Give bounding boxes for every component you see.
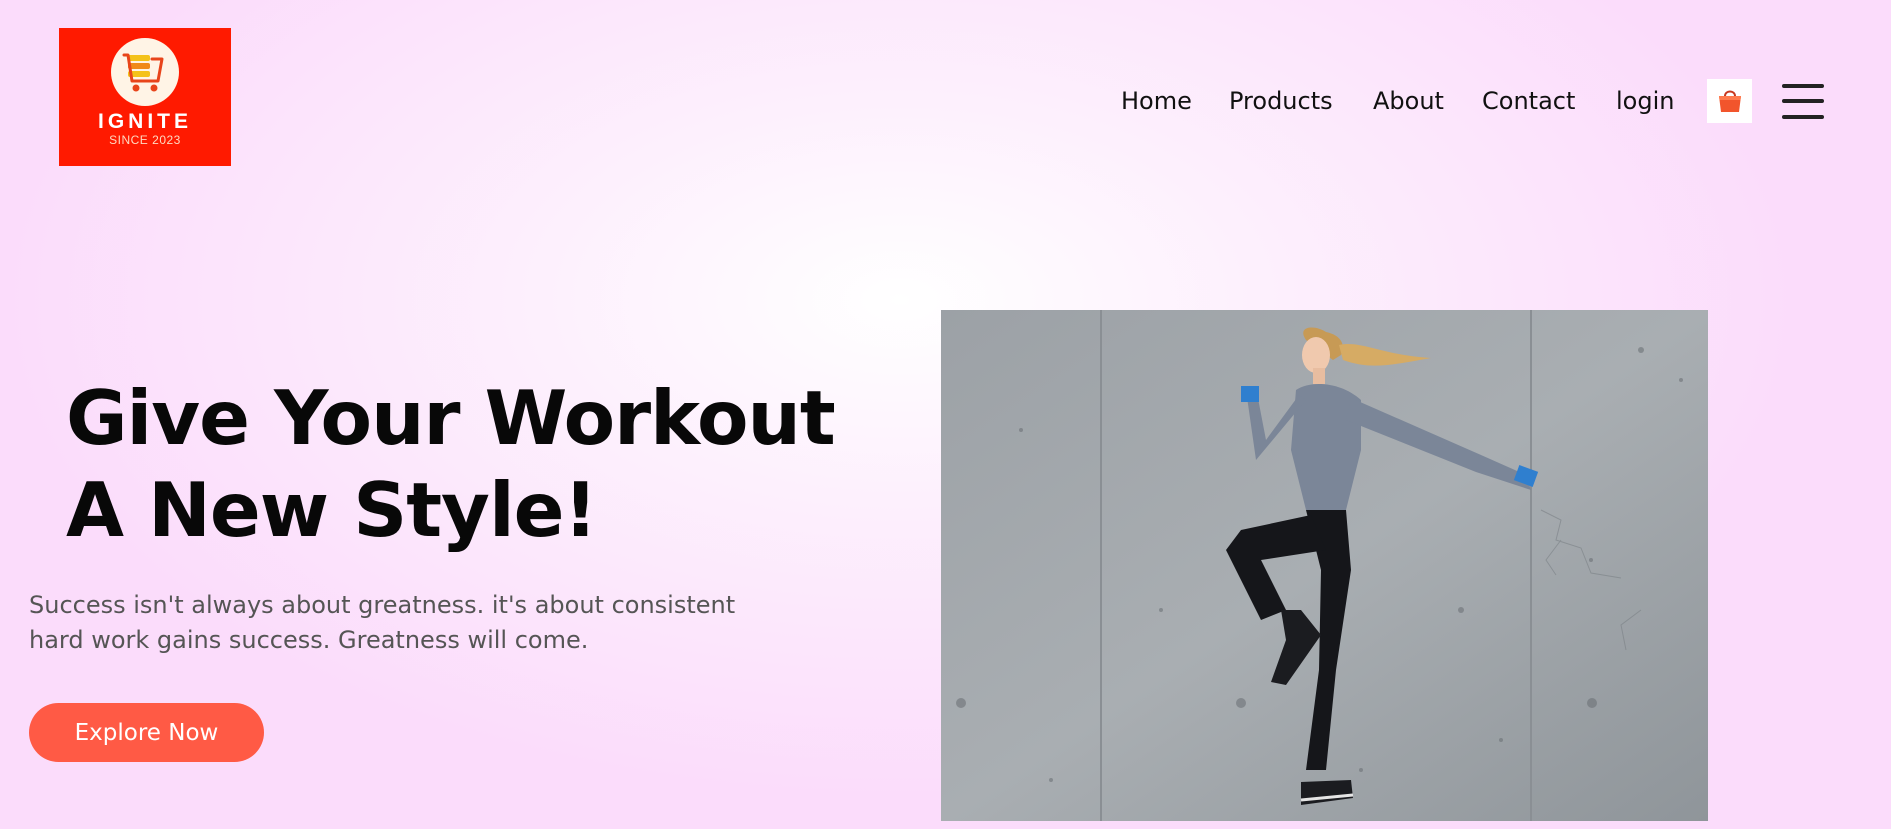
hamburger-menu-icon[interactable] — [1782, 84, 1824, 120]
nav-products[interactable]: Products — [1229, 84, 1333, 118]
hero-title-line-2: A New Style! — [66, 466, 598, 554]
nav-contact[interactable]: Contact — [1482, 84, 1575, 118]
hero-description: Success isn't always about greatness. it… — [29, 588, 789, 658]
hero-title: Give Your Workout A New Style! — [66, 372, 866, 556]
nav-home[interactable]: Home — [1121, 84, 1192, 118]
brand-tagline: SINCE 2023 — [109, 133, 181, 147]
hero-title-line-1: Give Your Workout — [66, 374, 836, 462]
shopping-bag-icon — [1718, 90, 1741, 112]
nav-about[interactable]: About — [1373, 84, 1444, 118]
brand-logo[interactable]: IGNITE SINCE 2023 — [59, 28, 231, 166]
explore-now-button[interactable]: Explore Now — [29, 703, 264, 762]
shopping-cart-icon — [111, 38, 179, 106]
brand-name: IGNITE — [97, 110, 192, 133]
cart-button[interactable] — [1707, 79, 1752, 123]
hero-description-line-1: Success isn't always about greatness. it… — [29, 591, 736, 619]
hero-image — [941, 310, 1708, 821]
hero-description-line-2: hard work gains success. Greatness will … — [29, 626, 589, 654]
nav-login[interactable]: login — [1616, 84, 1674, 118]
